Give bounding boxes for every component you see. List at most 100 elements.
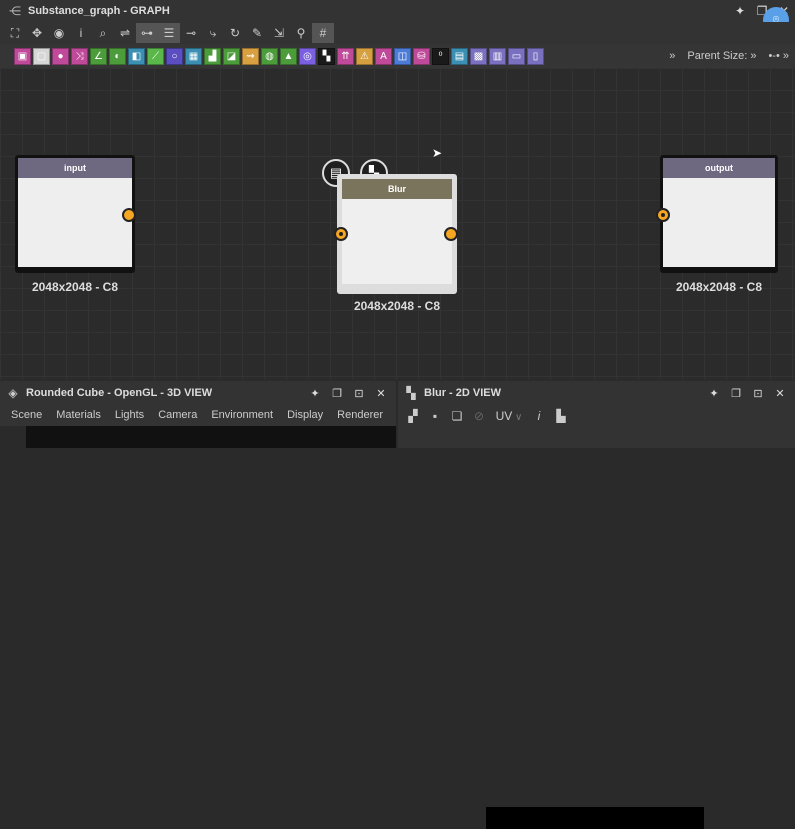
palette-right-controls: » Parent Size: » •-• »	[663, 44, 795, 68]
uv-label: UV	[495, 409, 513, 423]
camera-icon[interactable]: ◉	[48, 23, 70, 43]
info-icon[interactable]: i	[70, 23, 92, 43]
graph-icon[interactable]: ⊶	[136, 23, 158, 43]
fill-icon[interactable]: ⛁	[413, 47, 430, 65]
node-input-header: input	[18, 158, 132, 178]
color-wheel-icon[interactable]: ◎	[299, 47, 316, 65]
screenshot-icon[interactable]: ⊡	[348, 387, 370, 400]
refresh-icon[interactable]: ↻	[224, 23, 246, 43]
node-blur-thumbnail	[342, 199, 452, 284]
node-input-size: 2048x2048 - C8	[31, 280, 119, 294]
node-input-thumbnail	[18, 178, 132, 267]
checker-icon: ▚	[406, 386, 416, 400]
bitmap-node-icon[interactable]: ▣	[14, 47, 31, 65]
tile-icon[interactable]: ▥	[489, 47, 506, 65]
node-output-input-port[interactable]	[656, 208, 670, 222]
pixel-processor-icon[interactable]: ▦	[185, 47, 202, 65]
node-output-header: output	[663, 158, 775, 178]
emboss-icon[interactable]: ▲	[280, 47, 297, 65]
output-icon[interactable]: ⇈	[337, 47, 354, 65]
close-icon[interactable]: ✕	[370, 387, 392, 400]
blur-icon[interactable]: ▟	[204, 47, 221, 65]
menu-scene[interactable]: Scene	[11, 409, 42, 421]
panel-3d-controls: ✦ ❐ ⊡ ✕	[304, 381, 392, 405]
histogram-icon[interactable]: ▙	[550, 409, 572, 423]
crop-icon[interactable]: ◫	[394, 47, 411, 65]
node-input-output-port[interactable]	[122, 208, 136, 222]
graph-window-icon: ⋲	[9, 4, 21, 18]
text-icon[interactable]: A	[375, 47, 392, 65]
panel-2d-title: Blur - 2D VIEW	[424, 387, 502, 399]
splatter-icon[interactable]: ▩	[470, 47, 487, 65]
uv-dropdown[interactable]: UV ∨	[490, 409, 528, 423]
panel-2d-toolbar: ▞ ▪ ❏ ⊘ UV ∨ i ▙	[398, 405, 795, 427]
value-01-icon[interactable]: ▚	[318, 47, 335, 65]
connect-icon[interactable]: ⇌	[114, 23, 136, 43]
levels-icon[interactable]: ◐	[109, 47, 126, 65]
menu-lights[interactable]: Lights	[115, 409, 144, 421]
panel-2d-controls: ✦ ❐ ⊡ ✕	[703, 381, 791, 405]
pin-icon[interactable]: ✦	[729, 4, 751, 18]
more-button[interactable]: »	[669, 50, 675, 62]
menu-materials[interactable]: Materials	[56, 409, 101, 421]
zoom-icon[interactable]: ⌕	[92, 23, 114, 43]
link-options-dropdown[interactable]: •-• »	[768, 50, 789, 62]
comment-icon[interactable]: ▯	[527, 47, 544, 65]
node-output[interactable]: output	[660, 155, 778, 273]
distance-icon[interactable]: ▤	[451, 47, 468, 65]
menu-camera[interactable]: Camera	[158, 409, 197, 421]
menu-environment[interactable]: Environment	[211, 409, 273, 421]
node-blur-size: 2048x2048 - C8	[353, 299, 441, 313]
display-icon[interactable]: ▞	[402, 409, 424, 423]
viewport-3d-canvas[interactable]	[26, 426, 396, 448]
pin-icon[interactable]: ✦	[703, 387, 725, 400]
sharpen-icon[interactable]: ◪	[223, 47, 240, 65]
restore-icon[interactable]: ❐	[326, 387, 348, 400]
shape-icon[interactable]: ▭	[508, 47, 525, 65]
node-output-thumbnail	[663, 178, 775, 267]
transform-icon[interactable]: ⤨	[71, 47, 88, 65]
node-blur-input-port[interactable]	[334, 227, 348, 241]
path-icon[interactable]: ⤷	[202, 23, 224, 43]
uniform-color-icon[interactable]: ●	[52, 47, 69, 65]
gradient-icon[interactable]: ∠	[90, 47, 107, 65]
window-titlebar: ⋲ Substance_graph - GRAPH	[0, 0, 795, 22]
link-icon[interactable]: ⊘	[468, 409, 490, 423]
list-icon[interactable]: ☰	[158, 23, 180, 43]
fx-map-icon[interactable]: ⁰	[432, 47, 449, 65]
svg-node-icon[interactable]: ▢	[33, 47, 50, 65]
node-blur[interactable]: Blur	[337, 174, 457, 294]
curve-icon[interactable]: ⟋	[147, 47, 164, 65]
move-icon[interactable]: ✥	[26, 23, 48, 43]
grid-icon[interactable]: #	[312, 23, 334, 43]
screenshot-icon[interactable]: ⊡	[747, 387, 769, 400]
tools-icon[interactable]: ✎	[246, 23, 268, 43]
save-icon[interactable]: ▪	[424, 409, 446, 423]
warning-icon[interactable]: ⚠	[356, 47, 373, 65]
frame-icon[interactable]: ⛶	[4, 23, 26, 43]
mouse-cursor-icon: ➤	[432, 146, 443, 160]
parent-size-dropdown[interactable]: Parent Size: »	[687, 50, 756, 62]
graph-toolbar: ⛶ ✥ ◉ i ⌕ ⇌ ⊶ ☰ ⊸ ⤷ ↻ ✎ ⇲ ⚲ #	[0, 22, 795, 44]
window-title: Substance_graph - GRAPH	[28, 5, 170, 17]
pin-icon[interactable]: ✦	[304, 387, 326, 400]
viewport-3d[interactable]	[0, 426, 396, 448]
node-blur-header: Blur	[342, 179, 452, 199]
hsl-icon[interactable]: ◧	[128, 47, 145, 65]
blend-icon[interactable]: ○	[166, 47, 183, 65]
graph-canvas[interactable]: input 2048x2048 - C8 ▤ ▚ Blur 2048x2048 …	[0, 68, 795, 380]
brush-icon[interactable]: ⚲	[290, 23, 312, 43]
normal-icon[interactable]: ◍	[261, 47, 278, 65]
viewport-2d-canvas[interactable]	[486, 807, 704, 829]
menu-renderer[interactable]: Renderer	[337, 409, 383, 421]
restore-icon[interactable]: ❐	[725, 387, 747, 400]
close-icon[interactable]: ✕	[769, 387, 791, 400]
export-icon[interactable]: ⇲	[268, 23, 290, 43]
warp-icon[interactable]: ⇝	[242, 47, 259, 65]
menu-display[interactable]: Display	[287, 409, 323, 421]
node-blur-output-port[interactable]	[444, 227, 458, 241]
link-icon[interactable]: ⊸	[180, 23, 202, 43]
node-input[interactable]: input	[15, 155, 135, 273]
info-icon[interactable]: i	[528, 409, 550, 423]
copy-icon[interactable]: ❏	[446, 409, 468, 423]
